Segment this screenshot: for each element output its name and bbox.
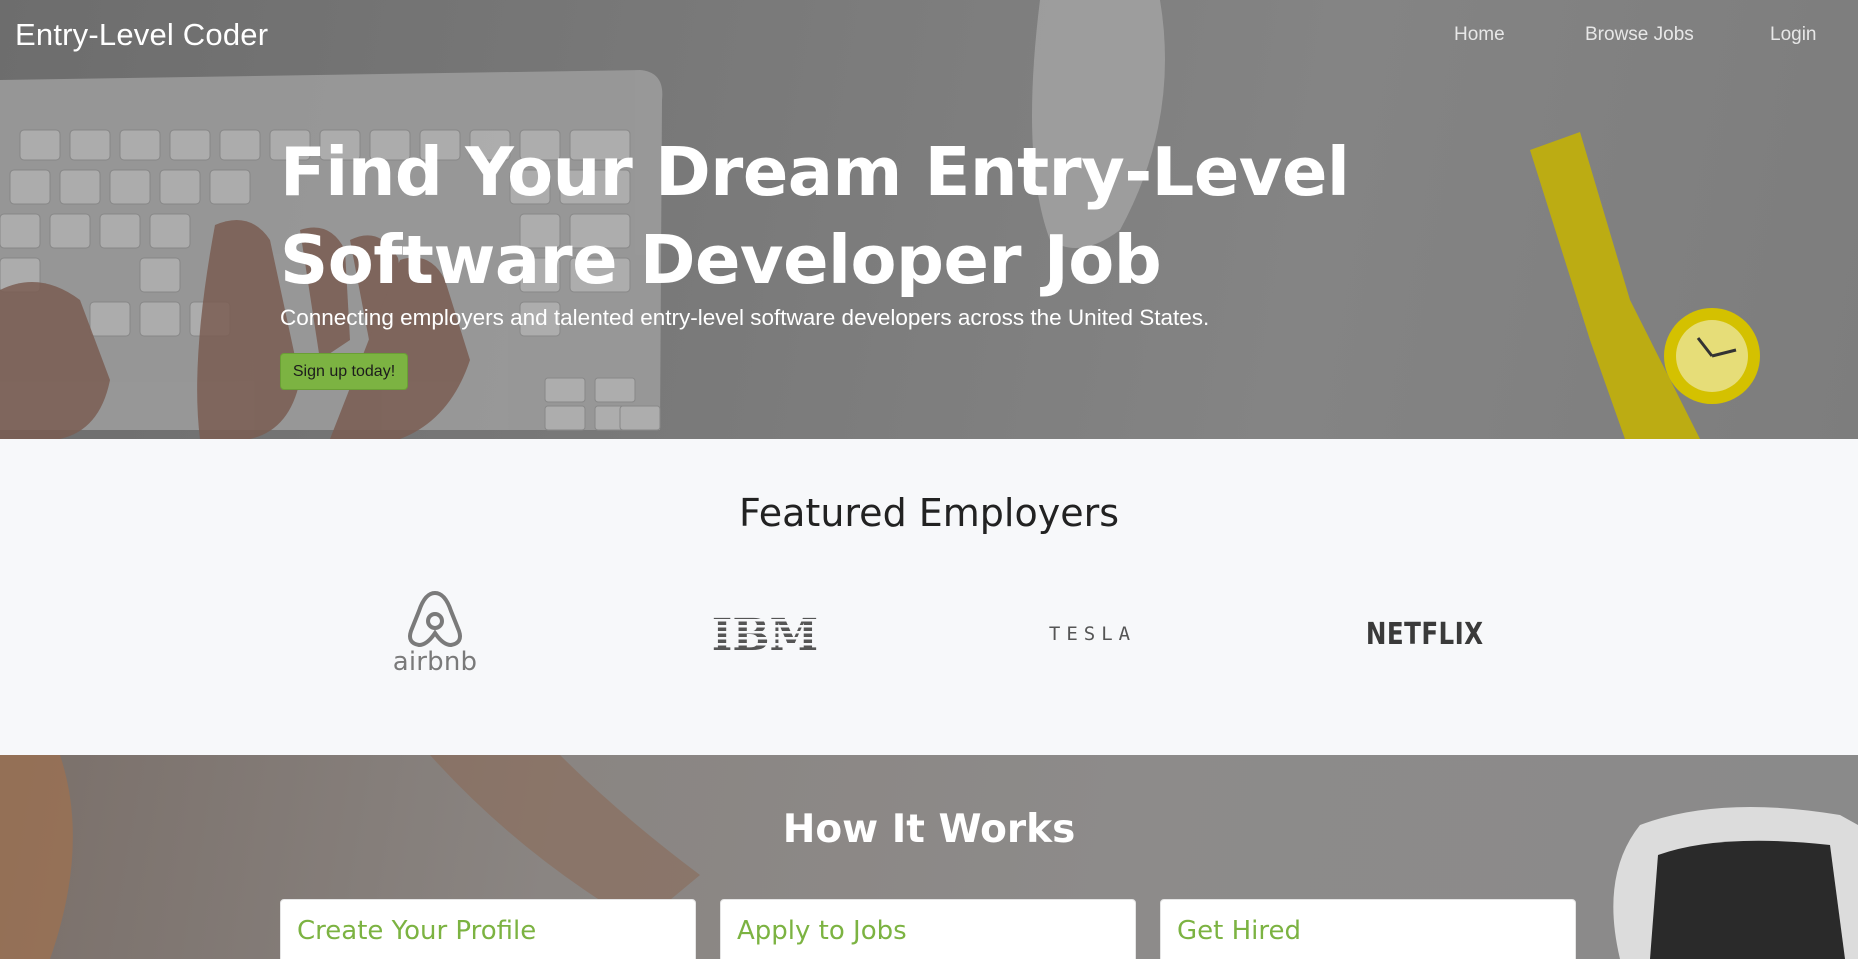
window-edge <box>1858 0 1862 959</box>
featured-employers-section: Featured Employers airbnb IBM TESLA NETF… <box>0 439 1858 755</box>
hero-subtitle: Connecting employers and talented entry-… <box>280 305 1210 330</box>
tesla-wordmark: TESLA <box>1048 623 1137 645</box>
ibm-wordmark: IBM <box>710 612 820 656</box>
step-card-title: Create Your Profile <box>297 916 537 946</box>
step-card-title: Get Hired <box>1177 916 1301 946</box>
step-card-title: Apply to Jobs <box>737 916 907 946</box>
nav-link-browse-jobs[interactable]: Browse Jobs <box>1585 24 1694 46</box>
ibm-logo: IBM <box>710 609 820 659</box>
step-card-create-profile: Create Your Profile <box>280 899 696 959</box>
featured-employers-title: Featured Employers <box>738 491 1120 535</box>
netflix-wordmark: NETFLIX <box>1366 616 1484 652</box>
tesla-logo: TESLA <box>1035 619 1150 649</box>
nav-link-login[interactable]: Login <box>1770 24 1817 46</box>
hero-section: Entry-Level Coder Home Browse Jobs Login… <box>0 0 1858 439</box>
svg-text:IBM: IBM <box>712 612 818 656</box>
hero-title: Find Your Dream Entry-Level Software Dev… <box>280 133 1350 299</box>
nav-link-home[interactable]: Home <box>1454 24 1505 46</box>
page: Entry-Level Coder Home Browse Jobs Login… <box>0 0 1862 959</box>
airbnb-logo: airbnb <box>380 579 490 684</box>
how-it-works-section: How It Works Create Your Profile Apply t… <box>0 755 1858 959</box>
how-it-works-title: How It Works <box>782 807 1076 852</box>
airbnb-icon <box>408 590 462 647</box>
netflix-logo: NETFLIX <box>1365 609 1485 659</box>
airbnb-wordmark: airbnb <box>392 646 478 677</box>
brand-logo[interactable]: Entry-Level Coder <box>15 17 268 53</box>
sign-up-button[interactable]: Sign up today! <box>280 353 408 390</box>
step-card-get-hired: Get Hired <box>1160 899 1576 959</box>
step-card-apply-jobs: Apply to Jobs <box>720 899 1136 959</box>
